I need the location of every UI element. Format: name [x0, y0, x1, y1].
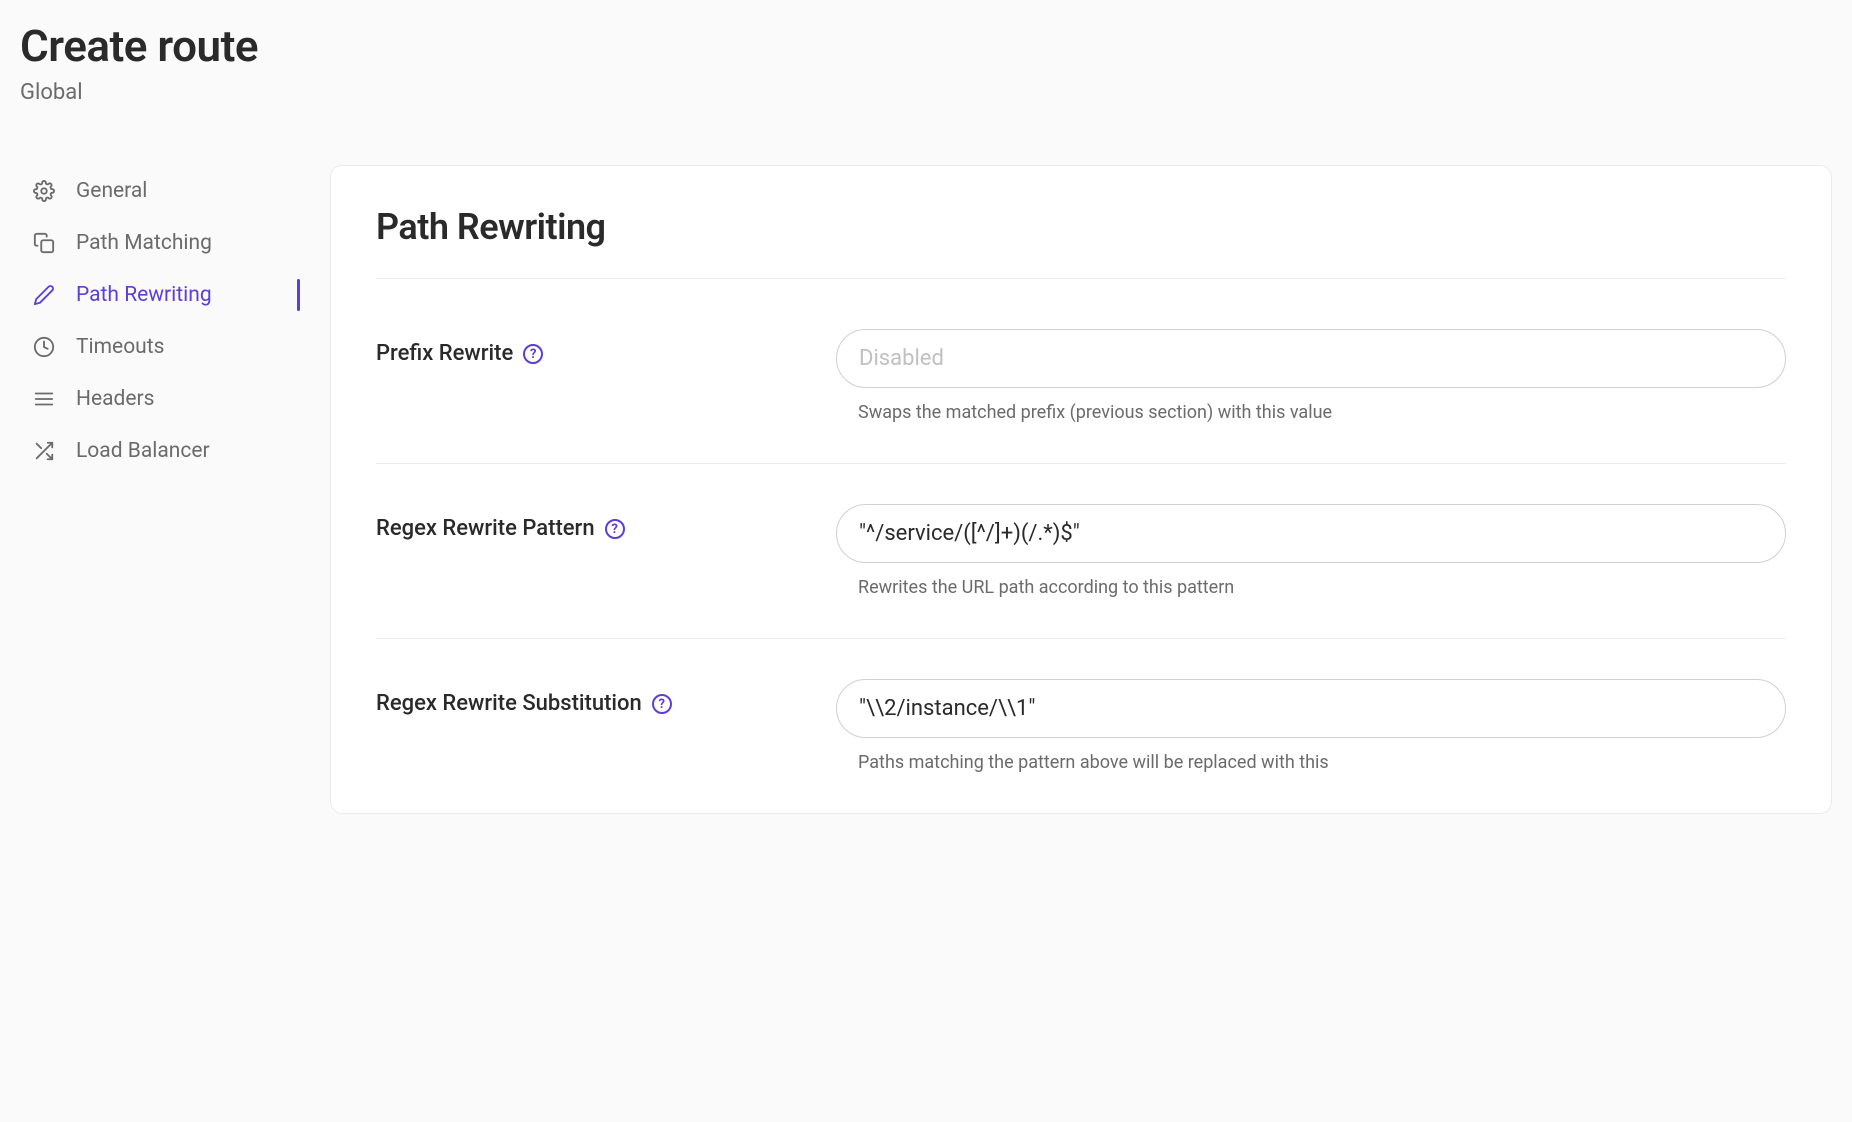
sidebar-item-label: Path Rewriting [76, 283, 212, 307]
regex-pattern-label: Regex Rewrite Pattern [376, 516, 595, 541]
form-row-prefix-rewrite: Prefix Rewrite ? Swaps the matched prefi… [376, 329, 1786, 464]
sidebar-item-timeouts[interactable]: Timeouts [20, 321, 300, 373]
sidebar-item-label: Timeouts [76, 335, 164, 359]
prefix-rewrite-input[interactable] [836, 329, 1786, 388]
sidebar-item-path-matching[interactable]: Path Matching [20, 217, 300, 269]
gear-icon [32, 179, 56, 203]
sidebar-item-label: Path Matching [76, 231, 212, 255]
form-row-regex-pattern: Regex Rewrite Pattern ? Rewrites the URL… [376, 504, 1786, 639]
pencil-icon [32, 283, 56, 307]
copy-icon [32, 231, 56, 255]
regex-pattern-input[interactable] [836, 504, 1786, 563]
regex-substitution-input[interactable] [836, 679, 1786, 738]
sidebar-item-load-balancer[interactable]: Load Balancer [20, 425, 300, 477]
prefix-rewrite-help: Swaps the matched prefix (previous secti… [836, 402, 1786, 423]
sidebar-item-label: General [76, 179, 147, 203]
main-panel: Path Rewriting Prefix Rewrite ? Swaps th… [330, 165, 1832, 814]
list-icon [32, 387, 56, 411]
help-icon[interactable]: ? [605, 519, 625, 539]
regex-substitution-help: Paths matching the pattern above will be… [836, 752, 1786, 773]
form-row-regex-substitution: Regex Rewrite Substitution ? Paths match… [376, 679, 1786, 773]
settings-sidebar: General Path Matching Path Rewriting Tim… [20, 165, 300, 814]
sidebar-item-general[interactable]: General [20, 165, 300, 217]
prefix-rewrite-label: Prefix Rewrite [376, 341, 513, 366]
regex-substitution-label: Regex Rewrite Substitution [376, 691, 642, 716]
sidebar-item-label: Headers [76, 387, 154, 411]
clock-icon [32, 335, 56, 359]
sidebar-item-path-rewriting[interactable]: Path Rewriting [20, 269, 300, 321]
page-header: Create route Global [20, 20, 1832, 105]
page-title: Create route [20, 20, 1832, 72]
sidebar-item-label: Load Balancer [76, 439, 210, 463]
panel-title: Path Rewriting [376, 206, 1786, 279]
help-icon[interactable]: ? [523, 344, 543, 364]
help-icon[interactable]: ? [652, 694, 672, 714]
sidebar-item-headers[interactable]: Headers [20, 373, 300, 425]
regex-pattern-help: Rewrites the URL path according to this … [836, 577, 1786, 598]
page-subtitle: Global [20, 80, 1832, 105]
shuffle-icon [32, 439, 56, 463]
